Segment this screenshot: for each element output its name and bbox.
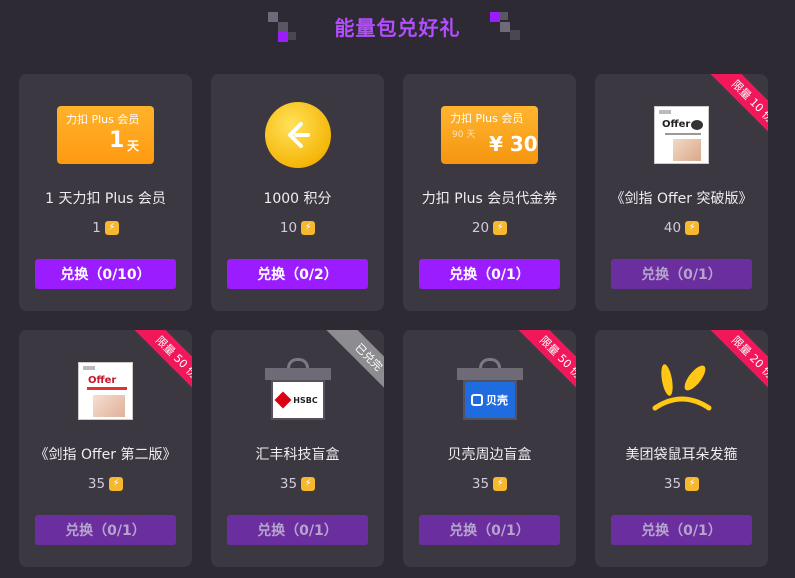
reward-card: 力扣 Plus 会员 90 天 ¥ 30 力扣 Plus 会员代金券 20 ⚡ … xyxy=(403,74,576,311)
reward-card: 限量 50 份 Offer 《剑指 Offer 第二版》 35 ⚡ 兑换（0/1… xyxy=(19,330,192,567)
redeem-button[interactable]: 兑换（0/1） xyxy=(419,515,560,545)
brand-logo-text: 贝壳 xyxy=(486,394,508,407)
reward-name: 力扣 Plus 会员代金券 xyxy=(421,191,558,207)
reward-name: 《剑指 Offer 突破版》 xyxy=(610,191,753,207)
reward-card: 力扣 Plus 会员 1 天 1 天力扣 Plus 会员 1 ⚡ 兑换（0/10… xyxy=(19,74,192,311)
leetcode-coin-icon xyxy=(264,102,331,168)
reward-card: 限量 50 份 贝壳 贝壳周边盲盒 35 ⚡ 兑换（0/1） xyxy=(403,330,576,567)
energy-icon: ⚡ xyxy=(301,221,316,235)
reward-price: 1 ⚡ xyxy=(19,220,192,236)
voucher-image: 力扣 Plus 会员 90 天 ¥ 30 xyxy=(441,106,538,164)
book-cover-title: Offer xyxy=(662,119,691,130)
reward-price: 40 ⚡ xyxy=(595,220,768,236)
price-value: 35 xyxy=(471,476,490,492)
energy-icon: ⚡ xyxy=(109,477,124,491)
book-cover-title: Offer xyxy=(88,375,117,386)
reward-name: 贝壳周边盲盒 xyxy=(447,447,532,463)
energy-icon: ⚡ xyxy=(685,477,700,491)
reward-card: 限量 10 份 Offer 《剑指 Offer 突破版》 40 ⚡ 兑换（0/1… xyxy=(595,74,768,311)
price-value: 20 xyxy=(471,220,490,236)
energy-icon: ⚡ xyxy=(685,221,700,235)
book-cover-image: Offer xyxy=(654,106,709,164)
reward-card: 1000 积分 10 ⚡ 兑换（0/2） xyxy=(211,74,384,311)
page-title: 能量包兑好礼 xyxy=(334,15,461,40)
pixel-decoration-icon xyxy=(488,10,522,44)
energy-icon: ⚡ xyxy=(104,221,119,235)
kangaroo-ears-headband-icon xyxy=(652,364,711,411)
reward-price: 10 ⚡ xyxy=(211,220,384,236)
reward-name: 美团袋鼠耳朵发箍 xyxy=(625,447,738,463)
redeem-button[interactable]: 兑换（0/1） xyxy=(419,259,560,289)
card-art-number: 1 xyxy=(109,128,125,153)
energy-icon: ⚡ xyxy=(493,221,508,235)
reward-price: 20 ⚡ xyxy=(403,220,576,236)
reward-price: 35 ⚡ xyxy=(211,476,384,492)
price-value: 10 xyxy=(279,220,298,236)
book-cover-image: Offer xyxy=(78,362,133,420)
redeem-button[interactable]: 兑换（0/10） xyxy=(35,259,176,289)
gift-box-icon: HSBC xyxy=(264,358,331,424)
price-value: 35 xyxy=(663,476,682,492)
page-header: 能量包兑好礼 xyxy=(0,0,795,52)
brand-logo-text: HSBC xyxy=(293,395,318,405)
redeem-button[interactable]: 兑换（0/1） xyxy=(611,259,752,289)
gift-box-icon: 贝壳 xyxy=(456,358,523,424)
reward-card: 已兑完 HSBC 汇丰科技盲盒 35 ⚡ 兑换（0/1） xyxy=(211,330,384,567)
voucher-duration: 90 天 xyxy=(452,130,476,140)
reward-name: 《剑指 Offer 第二版》 xyxy=(34,447,177,463)
price-value: 35 xyxy=(279,476,298,492)
pixel-decoration-icon xyxy=(266,10,300,44)
card-art-unit: 天 xyxy=(127,139,140,153)
redeem-button[interactable]: 兑换（0/1） xyxy=(611,515,752,545)
voucher-amount: ¥ 30 xyxy=(489,132,538,156)
redeem-button[interactable]: 兑换（0/2） xyxy=(227,259,368,289)
redeem-button[interactable]: 兑换（0/1） xyxy=(35,515,176,545)
energy-icon: ⚡ xyxy=(493,477,508,491)
reward-card: 限量 20 份 美团袋鼠耳朵发箍 35 ⚡ 兑换（0/1） xyxy=(595,330,768,567)
price-value: 1 xyxy=(92,220,101,236)
price-value: 40 xyxy=(663,220,682,236)
voucher-label: 力扣 Plus 会员 xyxy=(450,112,524,125)
price-value: 35 xyxy=(87,476,106,492)
reward-price: 35 ⚡ xyxy=(403,476,576,492)
card-art-label: 力扣 Plus 会员 xyxy=(66,113,140,126)
reward-name: 1 天力扣 Plus 会员 xyxy=(45,191,166,207)
reward-price: 35 ⚡ xyxy=(595,476,768,492)
reward-name: 1000 积分 xyxy=(263,191,332,207)
plus-membership-card-image: 力扣 Plus 会员 1 天 xyxy=(57,106,154,164)
reward-name: 汇丰科技盲盒 xyxy=(255,447,340,463)
energy-icon: ⚡ xyxy=(301,477,316,491)
redeem-button[interactable]: 兑换（0/1） xyxy=(227,515,368,545)
reward-grid: 力扣 Plus 会员 1 天 1 天力扣 Plus 会员 1 ⚡ 兑换（0/10… xyxy=(19,74,768,567)
reward-price: 35 ⚡ xyxy=(19,476,192,492)
